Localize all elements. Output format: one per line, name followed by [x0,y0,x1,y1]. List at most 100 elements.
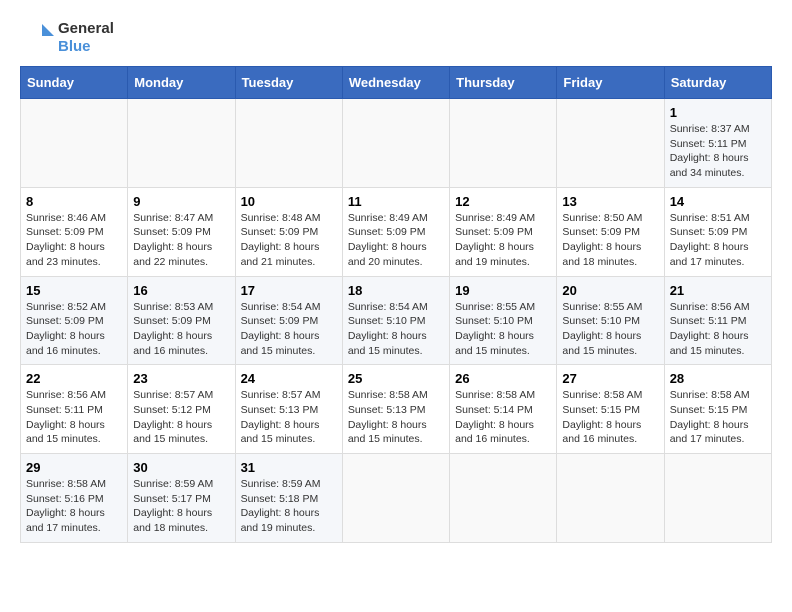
day-number: 31 [241,460,337,475]
calendar-cell: 25Sunrise: 8:58 AMSunset: 5:13 PMDayligh… [342,365,449,454]
calendar-cell: 10 Sunrise: 8:48 AMSunset: 5:09 PMDayligh… [235,187,342,276]
calendar-cell: 28 Sunrise: 8:58 AMSunset: 5:15 PMDayligh… [664,365,771,454]
calendar-cell [450,99,557,188]
day-detail: Sunrise: 8:59 AMSunset: 5:17 PMDaylight:… [133,477,229,536]
calendar-cell: 31 Sunrise: 8:59 AMSunset: 5:18 PMDayligh… [235,454,342,543]
calendar-cell: 24 Sunrise: 8:57 AMSunset: 5:13 PMDayligh… [235,365,342,454]
calendar-cell: 16 Sunrise: 8:53 AMSunset: 5:09 PMDayligh… [128,276,235,365]
calendar-cell: 13 Sunrise: 8:50 AMSunset: 5:09 PMDayligh… [557,187,664,276]
weekday-header-row: SundayMondayTuesdayWednesdayThursdayFrid… [21,67,772,99]
calendar-cell [128,99,235,188]
calendar-cell: 23 Sunrise: 8:57 AMSunset: 5:12 PMDayligh… [128,365,235,454]
calendar-cell: 1 Sunrise: 8:37 AMSunset: 5:11 PMDaylight… [664,99,771,188]
calendar-cell: 21Sunrise: 8:56 AMSunset: 5:11 PMDayligh… [664,276,771,365]
day-number: 8 [26,194,122,209]
weekday-header-monday: Monday [128,67,235,99]
day-detail: Sunrise: 8:48 AMSunset: 5:09 PMDaylight:… [241,211,337,270]
day-number: 23 [133,371,229,386]
day-number: 9 [133,194,229,209]
weekday-header-saturday: Saturday [664,67,771,99]
calendar-cell: 29 Sunrise: 8:58 AMSunset: 5:16 PMDayligh… [21,454,128,543]
day-number: 28 [670,371,766,386]
day-detail: Sunrise: 8:56 AMSunset: 5:11 PMDaylight:… [26,388,122,447]
calendar-week-row: 22 Sunrise: 8:56 AMSunset: 5:11 PMDayligh… [21,365,772,454]
logo: General Blue [20,20,114,56]
day-detail: Sunrise: 8:58 AMSunset: 5:15 PMDaylight:… [562,388,658,447]
logo-graphic [20,20,56,56]
calendar-week-row: 29 Sunrise: 8:58 AMSunset: 5:16 PMDayligh… [21,454,772,543]
calendar-cell [557,454,664,543]
day-detail: Sunrise: 8:57 AMSunset: 5:12 PMDaylight:… [133,388,229,447]
calendar-cell [235,99,342,188]
day-number: 24 [241,371,337,386]
day-detail: Sunrise: 8:37 AMSunset: 5:11 PMDaylight:… [670,122,766,181]
logo-container: General Blue [20,20,114,56]
calendar-cell: 18 Sunrise: 8:54 AMSunset: 5:10 PMDayligh… [342,276,449,365]
day-number: 21 [670,283,766,298]
day-number: 29 [26,460,122,475]
day-detail: Sunrise: 8:46 AMSunset: 5:09 PMDaylight:… [26,211,122,270]
calendar-cell: 26 Sunrise: 8:58 AMSunset: 5:14 PMDayligh… [450,365,557,454]
day-number: 30 [133,460,229,475]
day-detail: Sunrise: 8:52 AMSunset: 5:09 PMDaylight:… [26,300,122,359]
calendar-cell: 14 Sunrise: 8:51 AMSunset: 5:09 PMDayligh… [664,187,771,276]
day-number: 11 [348,194,444,209]
day-number: 1 [670,105,766,120]
day-number: 12 [455,194,551,209]
weekday-header-wednesday: Wednesday [342,67,449,99]
logo-text: General Blue [58,20,114,56]
day-detail: Sunrise: 8:57 AMSunset: 5:13 PMDaylight:… [241,388,337,447]
calendar-cell: 17 Sunrise: 8:54 AMSunset: 5:09 PMDayligh… [235,276,342,365]
calendar-cell: 27 Sunrise: 8:58 AMSunset: 5:15 PMDayligh… [557,365,664,454]
day-detail: Sunrise: 8:54 AMSunset: 5:09 PMDaylight:… [241,300,337,359]
day-detail: Sunrise: 8:54 AMSunset: 5:10 PMDaylight:… [348,300,444,359]
day-number: 18 [348,283,444,298]
calendar-cell: 12 Sunrise: 8:49 AMSunset: 5:09 PMDayligh… [450,187,557,276]
day-detail: Sunrise: 8:51 AMSunset: 5:09 PMDaylight:… [670,211,766,270]
calendar-cell: 19 Sunrise: 8:55 AMSunset: 5:10 PMDayligh… [450,276,557,365]
calendar-cell [342,454,449,543]
day-number: 13 [562,194,658,209]
calendar-cell: 15 Sunrise: 8:52 AMSunset: 5:09 PMDayligh… [21,276,128,365]
calendar-cell [664,454,771,543]
day-detail: Sunrise: 8:58 AMSunset: 5:13 PMDaylight:… [348,388,444,447]
day-number: 19 [455,283,551,298]
day-detail: Sunrise: 8:55 AMSunset: 5:10 PMDaylight:… [455,300,551,359]
weekday-header-friday: Friday [557,67,664,99]
calendar-cell: 8 Sunrise: 8:46 AMSunset: 5:09 PMDaylight… [21,187,128,276]
calendar-cell: 11 Sunrise: 8:49 AMSunset: 5:09 PMDayligh… [342,187,449,276]
day-number: 17 [241,283,337,298]
weekday-header-thursday: Thursday [450,67,557,99]
weekday-header-tuesday: Tuesday [235,67,342,99]
calendar-week-row: 1 Sunrise: 8:37 AMSunset: 5:11 PMDaylight… [21,99,772,188]
page-header: General Blue [20,20,772,56]
day-number: 26 [455,371,551,386]
calendar-cell: 9 Sunrise: 8:47 AMSunset: 5:09 PMDaylight… [128,187,235,276]
day-number: 15 [26,283,122,298]
day-number: 22 [26,371,122,386]
day-number: 27 [562,371,658,386]
calendar-week-row: 8 Sunrise: 8:46 AMSunset: 5:09 PMDaylight… [21,187,772,276]
day-detail: Sunrise: 8:50 AMSunset: 5:09 PMDaylight:… [562,211,658,270]
calendar-cell: 20Sunrise: 8:55 AMSunset: 5:10 PMDayligh… [557,276,664,365]
day-detail: Sunrise: 8:59 AMSunset: 5:18 PMDaylight:… [241,477,337,536]
day-detail: Sunrise: 8:47 AMSunset: 5:09 PMDaylight:… [133,211,229,270]
day-number: 16 [133,283,229,298]
calendar-cell [21,99,128,188]
logo-blue: Blue [58,38,114,56]
day-detail: Sunrise: 8:55 AMSunset: 5:10 PMDaylight:… [562,300,658,359]
day-number: 10 [241,194,337,209]
day-detail: Sunrise: 8:58 AMSunset: 5:15 PMDaylight:… [670,388,766,447]
day-detail: Sunrise: 8:49 AMSunset: 5:09 PMDaylight:… [455,211,551,270]
calendar-cell: 22 Sunrise: 8:56 AMSunset: 5:11 PMDayligh… [21,365,128,454]
weekday-header-sunday: Sunday [21,67,128,99]
calendar-cell [450,454,557,543]
day-detail: Sunrise: 8:53 AMSunset: 5:09 PMDaylight:… [133,300,229,359]
day-detail: Sunrise: 8:58 AMSunset: 5:16 PMDaylight:… [26,477,122,536]
calendar-table: SundayMondayTuesdayWednesdayThursdayFrid… [20,66,772,543]
calendar-cell: 30 Sunrise: 8:59 AMSunset: 5:17 PMDayligh… [128,454,235,543]
day-number: 14 [670,194,766,209]
day-detail: Sunrise: 8:49 AMSunset: 5:09 PMDaylight:… [348,211,444,270]
day-detail: Sunrise: 8:58 AMSunset: 5:14 PMDaylight:… [455,388,551,447]
calendar-cell [342,99,449,188]
